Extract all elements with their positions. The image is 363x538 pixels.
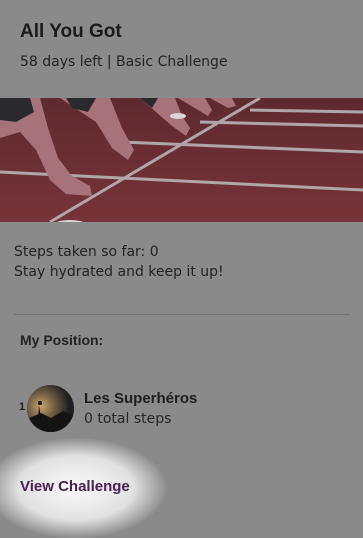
section-divider [14, 314, 350, 315]
team-avatar [27, 385, 74, 432]
challenge-title: All You Got [20, 21, 122, 42]
challenge-card: All You Got 58 days left | Basic Challen… [0, 0, 363, 538]
steps-taken-text: Steps taken so far: 0 [14, 244, 159, 260]
team-name: Les Superhéros [84, 390, 198, 407]
team-steps: 0 total steps [84, 411, 172, 427]
view-challenge-button[interactable]: View Challenge [20, 478, 130, 495]
rank-number: 1 [19, 401, 26, 413]
encouragement-text: Stay hydrated and keep it up! [14, 264, 224, 280]
my-position-label: My Position: [20, 332, 104, 348]
challenge-meta: 58 days left | Basic Challenge [20, 54, 228, 70]
hero-image [0, 98, 363, 222]
